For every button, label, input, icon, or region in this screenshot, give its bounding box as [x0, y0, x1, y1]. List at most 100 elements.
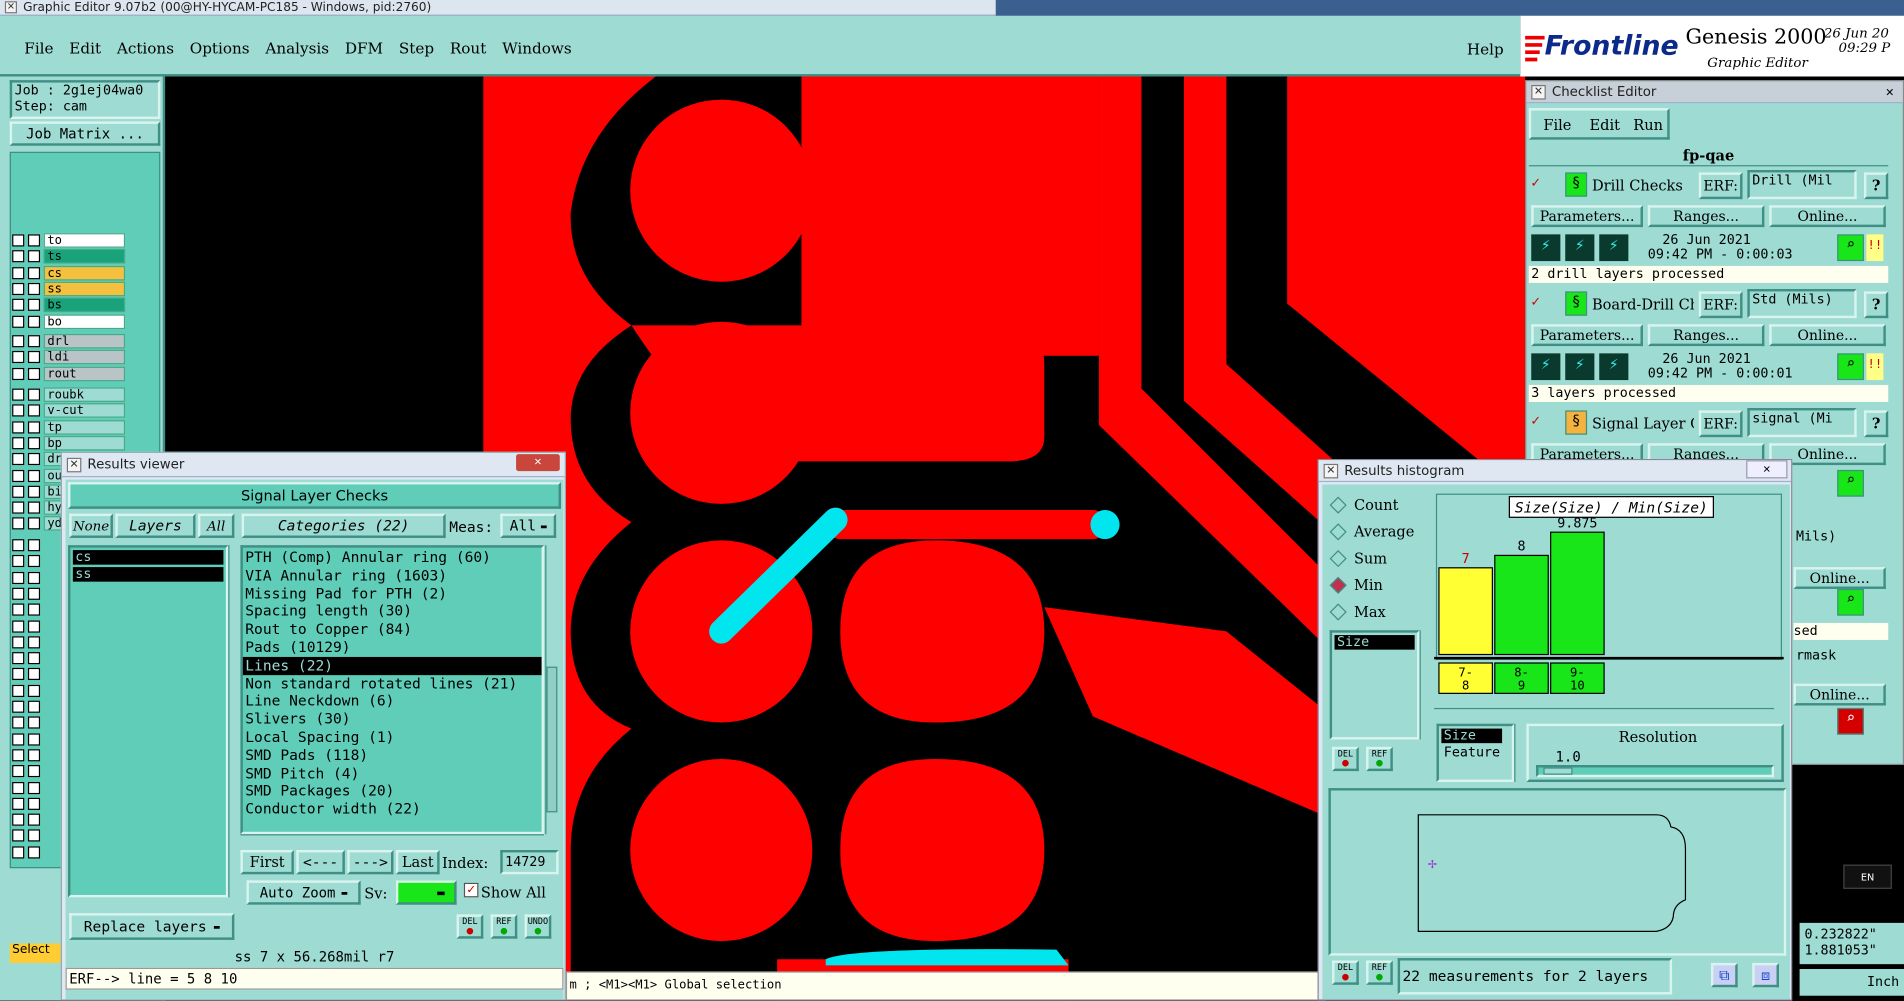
layer-display-checkbox[interactable]	[12, 539, 25, 552]
layer-display-checkbox[interactable]	[12, 298, 25, 312]
field-list-scrollbar[interactable]	[1419, 630, 1432, 740]
layer-results-list[interactable]: cs ss	[68, 545, 229, 898]
layer-affected-checkbox[interactable]	[27, 700, 41, 713]
menu-file[interactable]: File	[24, 39, 53, 57]
online-button[interactable]: Online...	[1793, 683, 1886, 706]
help-icon[interactable]: ?	[1863, 410, 1889, 438]
zoom-results-icon[interactable]: ⌕	[1837, 353, 1864, 381]
layer-item-cs[interactable]: cs	[72, 549, 224, 565]
layer-affected-checkbox[interactable]	[27, 813, 41, 826]
layer-affected-checkbox[interactable]	[27, 469, 41, 482]
layer-row-hidden[interactable]	[12, 651, 44, 666]
category-item[interactable]: Lines (22)	[242, 656, 542, 675]
layer-row-hidden[interactable]	[12, 635, 44, 650]
layer-row-ldi[interactable]: ldi	[12, 350, 126, 365]
layer-display-checkbox[interactable]	[12, 234, 25, 247]
layer-display-checkbox[interactable]	[12, 652, 25, 665]
layer-row-cs[interactable]: cs	[12, 265, 126, 281]
erf-value-partial[interactable]: rmask	[1796, 647, 1864, 671]
layer-display-checkbox[interactable]	[12, 282, 25, 295]
layer-display-checkbox[interactable]	[12, 732, 25, 746]
layer-affected-checkbox[interactable]	[27, 571, 41, 584]
layer-display-checkbox[interactable]	[12, 555, 25, 568]
layer-display-checkbox[interactable]	[12, 250, 25, 263]
preview-del-icon[interactable]: DEL ●	[1332, 960, 1359, 985]
hist-del-icon[interactable]: DEL ●	[1332, 746, 1359, 772]
preview-ref-icon[interactable]: REF ●	[1366, 960, 1393, 985]
checklist-menu-file[interactable]: File	[1543, 117, 1571, 134]
parameters-button[interactable]: Parameters...	[1531, 205, 1643, 228]
layer-row-hidden[interactable]	[12, 667, 44, 682]
layer-display-checkbox[interactable]	[12, 781, 25, 794]
layer-affected-checkbox[interactable]	[27, 636, 41, 649]
histogram-bar[interactable]	[1438, 567, 1493, 656]
language-indicator[interactable]: EN	[1843, 864, 1892, 889]
layer-display-checkbox[interactable]	[12, 829, 25, 842]
histogram-field-list[interactable]: Size	[1329, 630, 1420, 740]
ref-icon[interactable]: REF ●	[490, 914, 518, 939]
layer-row-hidden[interactable]	[12, 764, 44, 779]
none-button[interactable]: None	[69, 513, 113, 538]
histogram-option-max[interactable]: Max	[1329, 603, 1386, 621]
close-icon[interactable]: ✕	[516, 454, 560, 472]
resolution-slider[interactable]	[1536, 765, 1775, 778]
layer-row-hidden[interactable]	[12, 780, 44, 795]
layer-display-checkbox[interactable]	[12, 587, 25, 600]
prev-button[interactable]: <---	[296, 850, 345, 875]
layer-affected-checkbox[interactable]	[27, 845, 41, 859]
auto-zoom-select[interactable]: Auto Zoom ▬	[246, 880, 361, 905]
help-icon[interactable]: ?	[1863, 291, 1889, 319]
action-status-icon[interactable]: §	[1565, 291, 1588, 316]
layer-affected-checkbox[interactable]	[27, 749, 41, 762]
layer-row-hidden[interactable]	[12, 699, 44, 714]
layer-row-hidden[interactable]	[12, 732, 44, 747]
layer-display-checkbox[interactable]	[12, 716, 25, 729]
last-button[interactable]: Last	[395, 850, 440, 875]
menu-actions[interactable]: Actions	[117, 39, 174, 57]
alert-icon[interactable]: !!	[1866, 234, 1884, 262]
radio-icon[interactable]	[1329, 603, 1347, 621]
replace-layers-select[interactable]: Replace layers ▬	[69, 913, 235, 940]
layer-row-drl[interactable]: drl	[12, 333, 126, 349]
layer-affected-checkbox[interactable]	[27, 716, 41, 729]
layer-row-v-cut[interactable]: v-cut	[12, 403, 126, 419]
histogram-bar[interactable]	[1550, 531, 1605, 656]
category-item[interactable]: Non standard rotated lines (21)	[243, 675, 542, 693]
checklist-menu-edit[interactable]: Edit	[1590, 117, 1620, 134]
category-item[interactable]: VIA Annular ring (1603)	[243, 567, 542, 585]
layer-affected-checkbox[interactable]	[27, 234, 41, 247]
layer-affected-checkbox[interactable]	[27, 250, 41, 263]
parameters-button[interactable]: Parameters...	[1531, 324, 1643, 347]
layer-row-ss[interactable]: ss	[12, 281, 126, 297]
layers-button[interactable]: Layers	[115, 513, 196, 538]
layer-affected-checkbox[interactable]	[27, 652, 41, 665]
layer-affected-checkbox[interactable]	[27, 517, 41, 530]
checklist-menu-run[interactable]: Run	[1633, 117, 1663, 134]
menu-edit[interactable]: Edit	[69, 39, 101, 57]
layer-display-checkbox[interactable]	[12, 571, 25, 584]
categories-hscrollbar[interactable]	[240, 834, 545, 847]
run-icon[interactable]: ⚡	[1565, 234, 1595, 262]
axis-field-list[interactable]: Size Feature	[1436, 723, 1515, 783]
layer-affected-checkbox[interactable]	[27, 603, 41, 616]
layer-row-hidden[interactable]	[12, 812, 44, 827]
layer-affected-checkbox[interactable]	[27, 420, 41, 434]
categories-scrollbar[interactable]	[545, 545, 558, 835]
layer-affected-checkbox[interactable]	[27, 266, 41, 279]
category-item[interactable]: Missing Pad for PTH (2)	[243, 585, 542, 603]
hist-ref-icon[interactable]: REF ●	[1366, 746, 1393, 772]
layer-display-checkbox[interactable]	[12, 420, 25, 434]
layer-display-checkbox[interactable]	[12, 603, 25, 616]
layer-row-to[interactable]: to	[12, 233, 126, 248]
category-item[interactable]: PTH (Comp) Annular ring (60)	[243, 549, 542, 567]
layer-row-tp[interactable]: tp	[12, 419, 126, 435]
layer-row-ts[interactable]: ts	[12, 249, 126, 264]
check-enabled-icon[interactable]: ✓	[1531, 413, 1546, 429]
layer-row-hidden[interactable]	[12, 716, 44, 731]
zoom-fit-icon[interactable]: ⧈	[1752, 962, 1779, 988]
online-button[interactable]: Online...	[1769, 205, 1886, 228]
category-item[interactable]: Line Neckdown (6)	[243, 693, 542, 711]
layer-row-roubk[interactable]: roubk	[12, 387, 126, 402]
radio-icon[interactable]	[1329, 549, 1347, 568]
axis-size-item[interactable]: Size	[1441, 728, 1503, 744]
